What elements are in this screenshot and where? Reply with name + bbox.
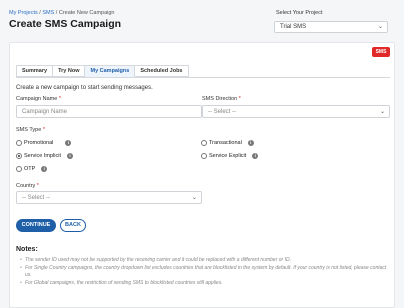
- sms-badge: SMS: [372, 47, 390, 57]
- note-item: For Global campaigns, the restriction of…: [20, 280, 390, 288]
- sms-type-transactional[interactable]: Transactional i: [201, 140, 254, 146]
- info-icon[interactable]: i: [247, 140, 254, 146]
- tab-divider: [16, 77, 390, 78]
- info-icon[interactable]: i: [252, 153, 259, 159]
- radio-service-explicit[interactable]: [201, 153, 207, 159]
- notes-list: The sender ID used may not be supported …: [20, 257, 390, 287]
- tab-my-campaigns[interactable]: My Campaigns: [85, 65, 136, 77]
- country-select[interactable]: -- Select -- ⌄: [16, 191, 202, 204]
- chevron-down-icon: ⌄: [191, 195, 197, 201]
- sms-type-promotional[interactable]: Promotional i: [16, 140, 72, 146]
- page-title: Create SMS Campaign: [9, 18, 122, 30]
- note-item: For Single Country campaigns, the countr…: [20, 265, 390, 280]
- back-button[interactable]: BACK: [60, 219, 86, 232]
- tab-bar: Summary Try Now My Campaigns Scheduled J…: [16, 65, 189, 77]
- chevron-down-icon: ⌄: [377, 24, 383, 30]
- project-select-label: Select Your Project: [276, 10, 323, 16]
- tab-scheduled-jobs[interactable]: Scheduled Jobs: [135, 65, 189, 77]
- radio-service-implicit[interactable]: [16, 153, 22, 159]
- sms-direction-select[interactable]: -- Select -- ⌄: [202, 105, 390, 118]
- breadcrumb-current: Create New Campaign: [58, 10, 115, 16]
- notes-title: Notes:: [16, 246, 38, 253]
- sms-type-service-explicit[interactable]: Service Explicit i: [201, 153, 259, 159]
- sms-type-service-implicit[interactable]: Service Implicit i: [16, 153, 73, 159]
- sms-direction-label: SMS Direction *: [202, 96, 241, 102]
- campaign-name-placeholder: Campaign Name: [22, 109, 68, 115]
- project-select[interactable]: Trial SMS ⌄: [274, 21, 388, 33]
- radio-transactional[interactable]: [201, 140, 207, 146]
- tab-summary[interactable]: Summary: [16, 65, 54, 77]
- sms-type-otp[interactable]: OTP i: [16, 166, 48, 172]
- radio-promotional[interactable]: [16, 140, 22, 146]
- note-item: The sender ID used may not be supported …: [20, 257, 390, 265]
- chevron-down-icon: ⌄: [379, 109, 385, 115]
- radio-otp[interactable]: [16, 166, 22, 172]
- info-icon[interactable]: i: [65, 140, 72, 146]
- breadcrumb-my-projects[interactable]: My Projects: [9, 10, 38, 16]
- breadcrumb: My Projects / SMS / Create New Campaign: [9, 10, 115, 16]
- country-label: Country *: [16, 183, 39, 189]
- page-header: My Projects / SMS / Create New Campaign …: [0, 0, 404, 40]
- form-intro: Create a new campaign to start sending m…: [16, 85, 153, 91]
- project-select-value: Trial SMS: [280, 24, 307, 30]
- sms-direction-value: -- Select --: [208, 109, 237, 115]
- breadcrumb-sms[interactable]: SMS: [42, 10, 54, 16]
- campaign-name-label: Campaign Name *: [16, 96, 61, 102]
- campaign-name-input[interactable]: Campaign Name: [16, 105, 202, 118]
- info-icon[interactable]: i: [41, 166, 48, 172]
- country-value: -- Select --: [22, 195, 51, 201]
- sms-type-label: SMS Type *: [16, 127, 45, 133]
- tab-try-now[interactable]: Try Now: [53, 65, 86, 77]
- campaign-card: SMS Summary Try Now My Campaigns Schedul…: [9, 42, 395, 308]
- info-icon[interactable]: i: [66, 153, 73, 159]
- continue-button[interactable]: CONTINUE: [16, 219, 56, 232]
